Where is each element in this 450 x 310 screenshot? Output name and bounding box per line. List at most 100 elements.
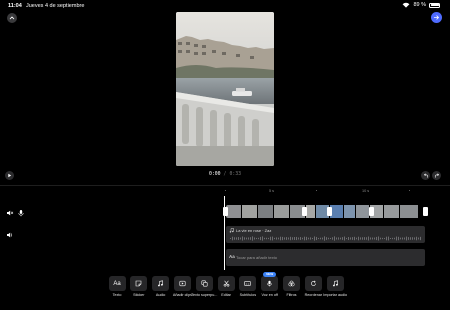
- arrow-right-icon: [433, 15, 440, 20]
- subtitles-tool-button[interactable]: [239, 276, 257, 291]
- tool-label: Importar audio: [323, 292, 348, 297]
- waveform-bar: [308, 237, 309, 240]
- ruler-dot: [225, 190, 227, 192]
- tool-import-audio[interactable]: Importar audio: [323, 275, 347, 307]
- waveform-bar: [298, 237, 299, 240]
- overlay-icon: [201, 280, 208, 287]
- waveform-bar: [384, 237, 385, 240]
- video-clip-thumb[interactable]: [306, 205, 316, 218]
- video-preview[interactable]: [176, 12, 274, 166]
- waveform-bar: [250, 237, 251, 240]
- voice-button[interactable]: [17, 209, 25, 217]
- waveform-bar: [316, 236, 317, 241]
- waveform-bar: [354, 236, 355, 241]
- speaker-icon: [7, 232, 13, 238]
- waveform-bar: [336, 237, 337, 240]
- undo-icon: [423, 173, 428, 178]
- export-button[interactable]: [431, 12, 442, 23]
- clip-handle[interactable]: [423, 207, 428, 216]
- mute-video-button[interactable]: [6, 209, 14, 217]
- filters-tool-button[interactable]: [283, 276, 300, 291]
- collapse-button[interactable]: [7, 13, 17, 23]
- waveform-bar: [394, 237, 395, 240]
- reorder-tool-button[interactable]: [304, 276, 322, 291]
- text-icon: Aa: [113, 280, 121, 287]
- waveform-bar: [368, 236, 369, 241]
- status-indicators: 89 %: [402, 2, 440, 8]
- waveform-bar: [402, 237, 403, 240]
- waveform-bar: [236, 237, 237, 240]
- edit-tool-button[interactable]: [217, 276, 235, 291]
- ruler-dot: [409, 190, 411, 192]
- text-track[interactable]: Aa Tocar para añadir texto: [226, 249, 425, 266]
- video-clip-thumb[interactable]: [242, 205, 258, 218]
- waveform-bar: [324, 236, 325, 241]
- import-audio-tool-button[interactable]: [326, 276, 344, 291]
- waveform-bar: [378, 236, 379, 241]
- waveform-bar: [396, 236, 397, 241]
- waveform-bar: [268, 237, 269, 240]
- tool-edit[interactable]: Editar: [214, 275, 236, 307]
- video-clip-thumb[interactable]: [400, 205, 418, 218]
- audio-track-title: La vie en rose · Zaz: [236, 228, 272, 233]
- total-time: 0:33: [229, 172, 241, 177]
- waveform-bar: [304, 236, 305, 241]
- tool-add-clips[interactable]: Añadir clips: [170, 275, 192, 307]
- clip-handle[interactable]: [369, 207, 374, 216]
- clip-handle[interactable]: [302, 207, 307, 216]
- waveform-bar: [280, 236, 281, 241]
- time-separator: /: [223, 172, 227, 177]
- sticker-tool-button[interactable]: [130, 276, 148, 291]
- video-clip-thumb[interactable]: [258, 205, 274, 218]
- waveform-bar: [278, 237, 279, 240]
- waveform-bar: [350, 237, 351, 240]
- waveform-bar: [318, 237, 319, 240]
- waveform-bar: [240, 237, 241, 240]
- playhead[interactable]: [224, 196, 225, 270]
- add-clips-tool-button[interactable]: [173, 276, 191, 291]
- waveform-bar: [272, 236, 273, 241]
- tool-text[interactable]: Aa Texto: [105, 275, 127, 307]
- clip-handle[interactable]: [327, 207, 332, 216]
- waveform-bar: [352, 237, 353, 240]
- scissors-icon: [223, 280, 229, 287]
- video-clip-thumb[interactable]: [274, 205, 290, 218]
- audio-volume-button[interactable]: [6, 231, 14, 239]
- tool-reorder[interactable]: Reordenar: [301, 275, 323, 307]
- video-clip-thumb[interactable]: [226, 205, 242, 218]
- tool-overlay-text[interactable]: Texto superpu...: [191, 275, 217, 307]
- tool-voice-over[interactable]: NEW Voz en off: [258, 272, 280, 307]
- waveform-bar: [360, 237, 361, 240]
- tool-audio[interactable]: Audio: [149, 275, 171, 307]
- waveform-bar: [362, 237, 363, 240]
- waveform-bar: [390, 237, 391, 240]
- waveform-bar: [310, 237, 311, 240]
- overlay-text-tool-button[interactable]: [195, 276, 213, 291]
- waveform-bar: [290, 236, 291, 241]
- waveform-bar: [284, 237, 285, 240]
- waveform-bar: [392, 237, 393, 240]
- waveform-bar: [382, 237, 383, 240]
- waveform-bar: [372, 237, 373, 240]
- add-text-prompt[interactable]: Tocar para añadir texto: [236, 255, 277, 260]
- tool-filters[interactable]: Filtros: [280, 275, 302, 307]
- audio-tool-button[interactable]: [152, 276, 170, 291]
- tool-sticker[interactable]: Sticker: [127, 275, 149, 307]
- waveform-bar: [274, 237, 275, 240]
- undo-button[interactable]: [421, 171, 430, 180]
- video-clip-thumb[interactable]: [344, 205, 356, 218]
- tool-subtitles[interactable]: Subtítulos: [236, 275, 258, 307]
- redo-button[interactable]: [432, 171, 441, 180]
- video-clip-thumb[interactable]: [384, 205, 400, 218]
- add-clip-icon: [179, 280, 186, 287]
- video-clip-thumb[interactable]: [330, 205, 344, 218]
- text-tool-button[interactable]: Aa: [108, 276, 126, 291]
- waveform-bar: [400, 237, 401, 240]
- waveform-bar: [306, 236, 307, 241]
- battery-icon: [429, 2, 440, 8]
- audio-track[interactable]: La vie en rose · Zaz: [226, 226, 425, 243]
- waveform-bar: [366, 237, 367, 240]
- video-clip-thumb[interactable]: [356, 205, 370, 218]
- voice-over-tool-button[interactable]: [261, 276, 279, 291]
- waveform-bar: [418, 237, 419, 240]
